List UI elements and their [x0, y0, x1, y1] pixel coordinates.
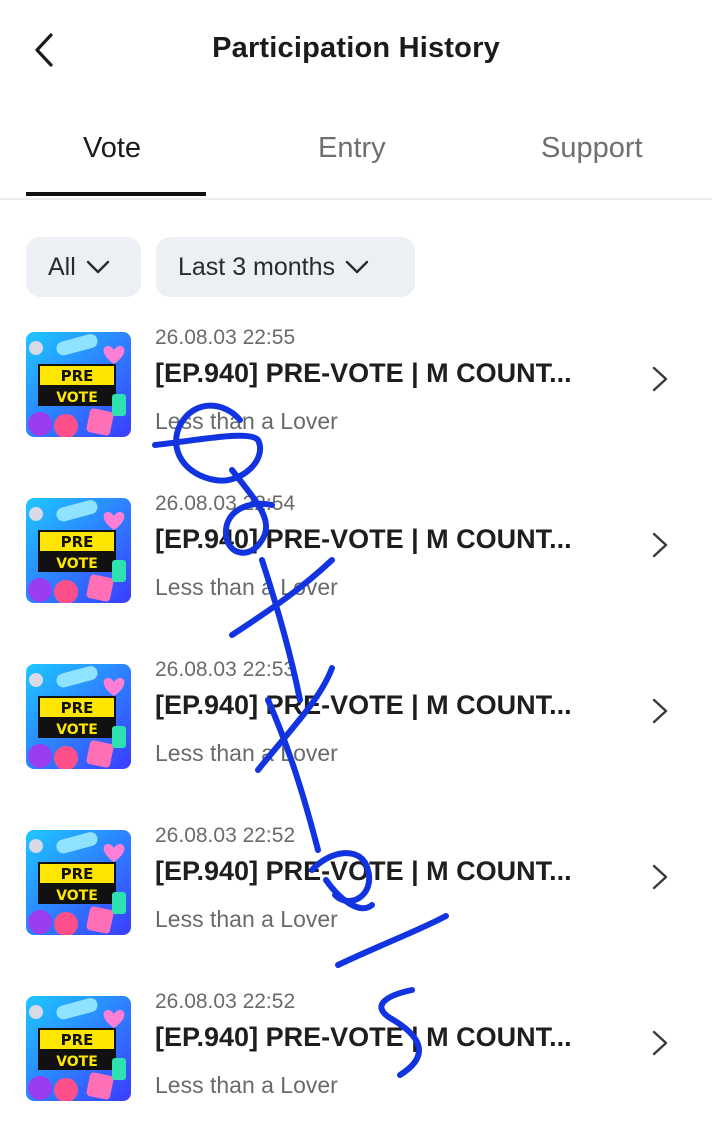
item-title: [EP.940] PRE-VOTE | M COUNT... — [155, 524, 572, 554]
chevron-down-icon — [86, 260, 109, 274]
chevron-right-icon — [652, 698, 668, 724]
type-filter-label: All — [48, 252, 76, 281]
list-item[interactable]: PRE VOTE 26.08.03 22:54 [EP.940] PRE-VOT… — [0, 492, 712, 642]
tab-bar: Vote Entry Support — [0, 110, 712, 200]
thumbnail-text-line2: VOTE — [56, 556, 98, 572]
item-timestamp: 26.08.03 22:52 — [155, 824, 296, 847]
active-tab-indicator — [26, 192, 206, 196]
chevron-right-icon — [652, 864, 668, 890]
chevron-down-icon — [345, 260, 369, 274]
thumbnail: PRE VOTE — [26, 996, 131, 1101]
thumbnail: PRE VOTE — [26, 498, 131, 603]
item-title: [EP.940] PRE-VOTE | M COUNT... — [155, 1022, 572, 1052]
tab-vote[interactable]: Vote — [83, 132, 141, 165]
thumbnail-text-line2: VOTE — [56, 390, 98, 406]
item-subtitle: Less than a Lover — [155, 408, 338, 434]
item-title: [EP.940] PRE-VOTE | M COUNT... — [155, 856, 572, 886]
item-subtitle: Less than a Lover — [155, 740, 338, 766]
thumbnail-text-line1: PRE — [61, 533, 94, 551]
thumbnail-text-line2: VOTE — [56, 888, 98, 904]
thumbnail-text-line1: PRE — [61, 1031, 94, 1049]
chevron-right-icon — [652, 532, 668, 558]
thumbnail: PRE VOTE — [26, 332, 131, 437]
thumbnail-text-line1: PRE — [61, 699, 94, 717]
item-subtitle: Less than a Lover — [155, 574, 338, 600]
thumbnail-text-line1: PRE — [61, 865, 94, 883]
header: Participation History — [0, 0, 712, 100]
thumbnail-text-line2: VOTE — [56, 1054, 98, 1070]
item-subtitle: Less than a Lover — [155, 906, 338, 932]
thumbnail: PRE VOTE — [26, 664, 131, 769]
list-item[interactable]: PRE VOTE 26.08.03 22:52 [EP.940] PRE-VOT… — [0, 824, 712, 974]
item-timestamp: 26.08.03 22:55 — [155, 326, 296, 349]
pre-vote-thumbnail-image: PRE VOTE — [26, 996, 131, 1101]
thumbnail: PRE VOTE — [26, 830, 131, 935]
list-item[interactable]: PRE VOTE 26.08.03 22:55 [EP.940] PRE-VOT… — [0, 326, 712, 476]
type-filter-dropdown[interactable]: All — [26, 237, 141, 297]
pre-vote-thumbnail-image: PRE VOTE — [26, 830, 131, 935]
item-timestamp: 26.08.03 22:54 — [155, 492, 296, 515]
period-filter-label: Last 3 months — [178, 252, 336, 281]
list-item[interactable]: PRE VOTE 26.08.03 22:52 [EP.940] PRE-VOT… — [0, 990, 712, 1140]
thumbnail-text-line1: PRE — [61, 367, 94, 385]
item-timestamp: 26.08.03 22:53 — [155, 658, 296, 681]
item-title: [EP.940] PRE-VOTE | M COUNT... — [155, 690, 572, 720]
item-subtitle: Less than a Lover — [155, 1072, 338, 1098]
period-filter-dropdown[interactable]: Last 3 months — [156, 237, 415, 297]
page-title: Participation History — [212, 32, 500, 64]
tab-support[interactable]: Support — [541, 132, 643, 165]
item-title: [EP.940] PRE-VOTE | M COUNT... — [155, 358, 572, 388]
chevron-right-icon — [652, 366, 668, 392]
tab-entry[interactable]: Entry — [318, 132, 386, 165]
item-timestamp: 26.08.03 22:52 — [155, 990, 296, 1013]
pre-vote-thumbnail-image: PRE VOTE — [26, 332, 131, 437]
pre-vote-thumbnail-image: PRE VOTE — [26, 664, 131, 769]
thumbnail-text-line2: VOTE — [56, 722, 98, 738]
pre-vote-thumbnail-image: PRE VOTE — [26, 498, 131, 603]
list-item[interactable]: PRE VOTE 26.08.03 22:53 [EP.940] PRE-VOT… — [0, 658, 712, 808]
chevron-right-icon — [652, 1030, 668, 1056]
